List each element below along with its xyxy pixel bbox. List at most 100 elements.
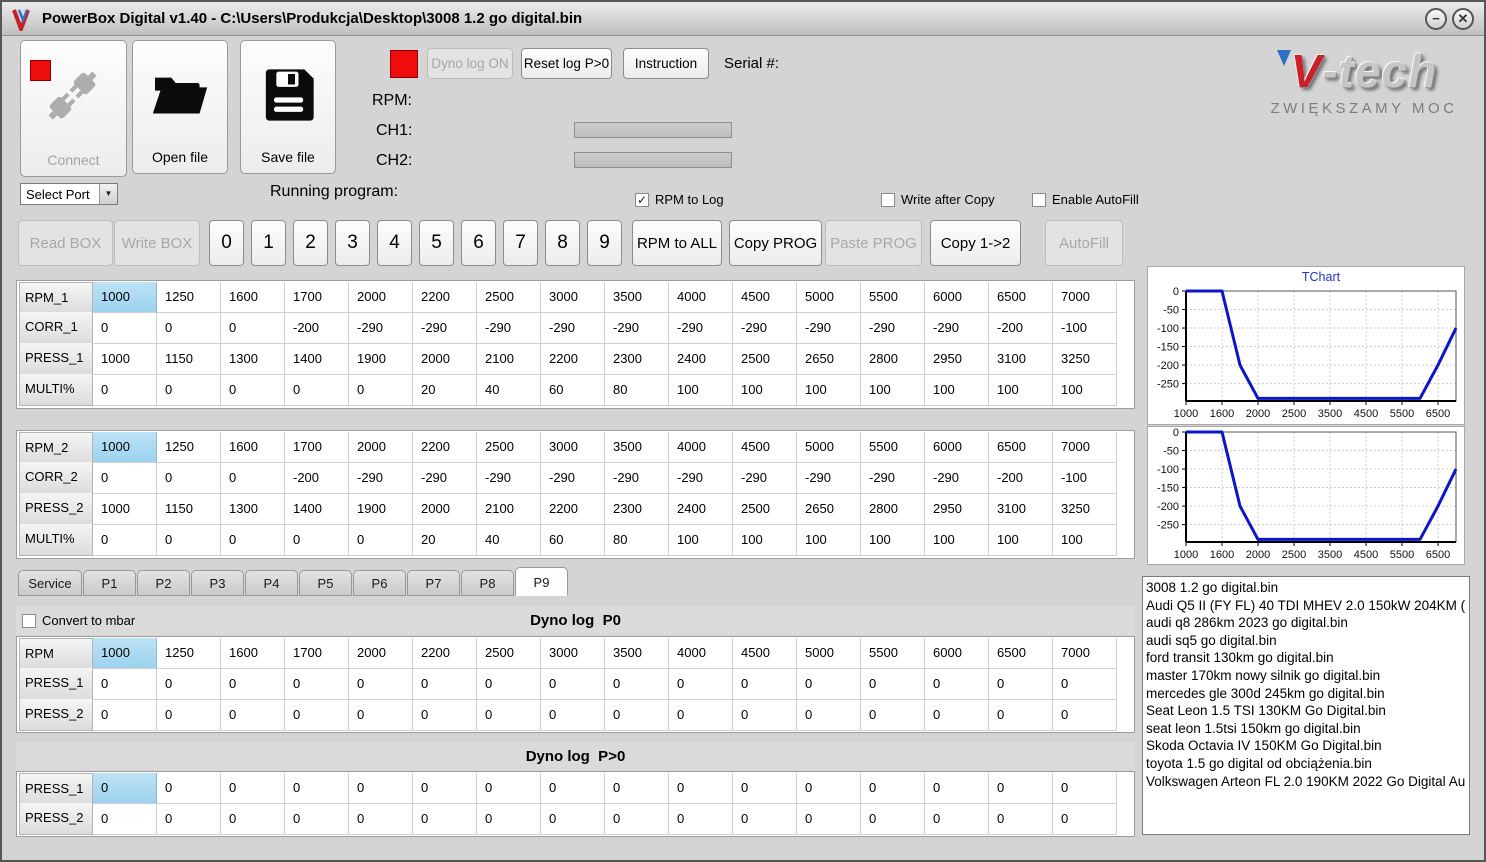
cell-PRESS_1-4[interactable]: 0 bbox=[349, 669, 413, 700]
cell-PRESS_1-1[interactable]: 0 bbox=[157, 669, 221, 700]
cell-PRESS_1-5[interactable]: 2000 bbox=[413, 344, 477, 375]
cell-RPM_1-0[interactable]: 1000 bbox=[93, 282, 157, 313]
cell-MULTI%-3[interactable]: 0 bbox=[285, 525, 349, 556]
cell-PRESS_1-4[interactable]: 0 bbox=[349, 773, 413, 804]
cell-CORR_2-1[interactable]: 0 bbox=[157, 463, 221, 494]
cell-RPM_2-5[interactable]: 2200 bbox=[413, 432, 477, 463]
close-button[interactable]: ✕ bbox=[1452, 8, 1474, 30]
cell-PRESS_1-11[interactable]: 2650 bbox=[797, 344, 861, 375]
cell-CORR_1-8[interactable]: -290 bbox=[605, 313, 669, 344]
cell-PRESS_2-13[interactable]: 0 bbox=[925, 700, 989, 731]
cell-PRESS_1-3[interactable]: 1400 bbox=[285, 344, 349, 375]
cell-PRESS_1-0[interactable]: 1000 bbox=[93, 344, 157, 375]
cell-MULTI%-9[interactable]: 100 bbox=[669, 375, 733, 406]
cell-PRESS_1-2[interactable]: 1300 bbox=[221, 344, 285, 375]
num-2-button[interactable]: 2 bbox=[293, 220, 328, 266]
cell-RPM-4[interactable]: 2000 bbox=[349, 638, 413, 669]
cell-CORR_1-15[interactable]: -100 bbox=[1053, 313, 1117, 344]
copy-1-to-2-button[interactable]: Copy 1->2 bbox=[930, 220, 1021, 266]
cell-MULTI%-11[interactable]: 100 bbox=[797, 525, 861, 556]
cell-PRESS_1-10[interactable]: 0 bbox=[733, 773, 797, 804]
write-box-button[interactable]: Write BOX bbox=[114, 220, 200, 266]
cell-RPM_2-15[interactable]: 7000 bbox=[1053, 432, 1117, 463]
cell-PRESS_1-6[interactable]: 0 bbox=[477, 669, 541, 700]
cell-PRESS_2-1[interactable]: 1150 bbox=[157, 494, 221, 525]
cell-PRESS_1-2[interactable]: 0 bbox=[221, 773, 285, 804]
paste-prog-button[interactable]: Paste PROG bbox=[825, 220, 922, 266]
cell-PRESS_1-10[interactable]: 0 bbox=[733, 669, 797, 700]
cell-PRESS_1-7[interactable]: 0 bbox=[541, 773, 605, 804]
cell-PRESS_2-7[interactable]: 0 bbox=[541, 804, 605, 835]
dyno-log-on-button[interactable]: Dyno log ON bbox=[427, 48, 513, 79]
cell-PRESS_2-9[interactable]: 0 bbox=[669, 804, 733, 835]
cell-MULTI%-10[interactable]: 100 bbox=[733, 375, 797, 406]
cell-RPM_2-8[interactable]: 3500 bbox=[605, 432, 669, 463]
cell-MULTI%-7[interactable]: 60 bbox=[541, 525, 605, 556]
tab-service[interactable]: Service bbox=[18, 570, 82, 596]
cell-PRESS_1-12[interactable]: 0 bbox=[861, 669, 925, 700]
num-4-button[interactable]: 4 bbox=[377, 220, 412, 266]
file-list-item[interactable]: audi q8 286km 2023 go digital.bin bbox=[1146, 614, 1469, 632]
cell-PRESS_2-10[interactable]: 0 bbox=[733, 700, 797, 731]
cell-PRESS_2-5[interactable]: 0 bbox=[413, 804, 477, 835]
cell-CORR_2-12[interactable]: -290 bbox=[861, 463, 925, 494]
read-box-button[interactable]: Read BOX bbox=[18, 220, 113, 266]
cell-MULTI%-13[interactable]: 100 bbox=[925, 375, 989, 406]
cell-RPM_1-6[interactable]: 2500 bbox=[477, 282, 541, 313]
num-3-button[interactable]: 3 bbox=[335, 220, 370, 266]
cell-PRESS_2-2[interactable]: 1300 bbox=[221, 494, 285, 525]
cell-PRESS_2-11[interactable]: 2650 bbox=[797, 494, 861, 525]
cell-CORR_1-0[interactable]: 0 bbox=[93, 313, 157, 344]
convert-to-mbar-checkbox[interactable]: Convert to mbar bbox=[22, 613, 135, 628]
file-list-item[interactable]: toyota 1.5 go digital od obciążenia.bin bbox=[1146, 755, 1469, 773]
cell-PRESS_1-1[interactable]: 1150 bbox=[157, 344, 221, 375]
file-list-item[interactable]: 3008 1.2 go digital.bin bbox=[1146, 579, 1469, 597]
cell-MULTI%-4[interactable]: 0 bbox=[349, 525, 413, 556]
cell-RPM_1-12[interactable]: 5500 bbox=[861, 282, 925, 313]
cell-RPM-0[interactable]: 1000 bbox=[93, 638, 157, 669]
cell-CORR_1-5[interactable]: -290 bbox=[413, 313, 477, 344]
cell-MULTI%-11[interactable]: 100 bbox=[797, 375, 861, 406]
cell-RPM_1-5[interactable]: 2200 bbox=[413, 282, 477, 313]
cell-RPM_1-14[interactable]: 6500 bbox=[989, 282, 1053, 313]
file-list-item[interactable]: ford transit 130km go digital.bin bbox=[1146, 649, 1469, 667]
cell-MULTI%-8[interactable]: 80 bbox=[605, 375, 669, 406]
cell-RPM_1-15[interactable]: 7000 bbox=[1053, 282, 1117, 313]
cell-PRESS_1-11[interactable]: 0 bbox=[797, 773, 861, 804]
cell-RPM-11[interactable]: 5000 bbox=[797, 638, 861, 669]
checkbox-check-icon[interactable]: ✓ bbox=[635, 192, 649, 207]
cell-PRESS_1-8[interactable]: 0 bbox=[605, 669, 669, 700]
checkbox-empty-icon[interactable] bbox=[22, 613, 36, 628]
cell-PRESS_1-9[interactable]: 0 bbox=[669, 669, 733, 700]
chevron-down-icon[interactable]: ▼ bbox=[99, 184, 117, 204]
cell-MULTI%-10[interactable]: 100 bbox=[733, 525, 797, 556]
cell-PRESS_1-15[interactable]: 3250 bbox=[1053, 344, 1117, 375]
cell-RPM_2-14[interactable]: 6500 bbox=[989, 432, 1053, 463]
cell-MULTI%-1[interactable]: 0 bbox=[157, 525, 221, 556]
cell-PRESS_2-0[interactable]: 0 bbox=[93, 700, 157, 731]
cell-PRESS_2-9[interactable]: 2400 bbox=[669, 494, 733, 525]
cell-PRESS_2-4[interactable]: 0 bbox=[349, 804, 413, 835]
cell-MULTI%-3[interactable]: 0 bbox=[285, 375, 349, 406]
file-list-item[interactable]: Skoda Octavia IV 150KM Go Digital.bin bbox=[1146, 737, 1469, 755]
cell-RPM_2-4[interactable]: 2000 bbox=[349, 432, 413, 463]
cell-PRESS_2-15[interactable]: 0 bbox=[1053, 700, 1117, 731]
cell-MULTI%-5[interactable]: 20 bbox=[413, 375, 477, 406]
cell-PRESS_2-2[interactable]: 0 bbox=[221, 700, 285, 731]
cell-PRESS_2-10[interactable]: 2500 bbox=[733, 494, 797, 525]
cell-RPM-5[interactable]: 2200 bbox=[413, 638, 477, 669]
cell-PRESS_2-11[interactable]: 0 bbox=[797, 804, 861, 835]
reset-log-button[interactable]: Reset log P>0 bbox=[521, 48, 612, 79]
cell-MULTI%-1[interactable]: 0 bbox=[157, 375, 221, 406]
cell-MULTI%-5[interactable]: 20 bbox=[413, 525, 477, 556]
file-list-item[interactable]: Seat Leon 1.5 TSI 130KM Go Digital.bin bbox=[1146, 702, 1469, 720]
cell-CORR_2-5[interactable]: -290 bbox=[413, 463, 477, 494]
cell-PRESS_1-2[interactable]: 0 bbox=[221, 669, 285, 700]
cell-PRESS_1-3[interactable]: 0 bbox=[285, 669, 349, 700]
cell-MULTI%-2[interactable]: 0 bbox=[221, 525, 285, 556]
cell-PRESS_1-15[interactable]: 0 bbox=[1053, 773, 1117, 804]
cell-RPM_2-9[interactable]: 4000 bbox=[669, 432, 733, 463]
cell-PRESS_2-3[interactable]: 1400 bbox=[285, 494, 349, 525]
cell-PRESS_1-12[interactable]: 2800 bbox=[861, 344, 925, 375]
cell-PRESS_2-6[interactable]: 0 bbox=[477, 700, 541, 731]
